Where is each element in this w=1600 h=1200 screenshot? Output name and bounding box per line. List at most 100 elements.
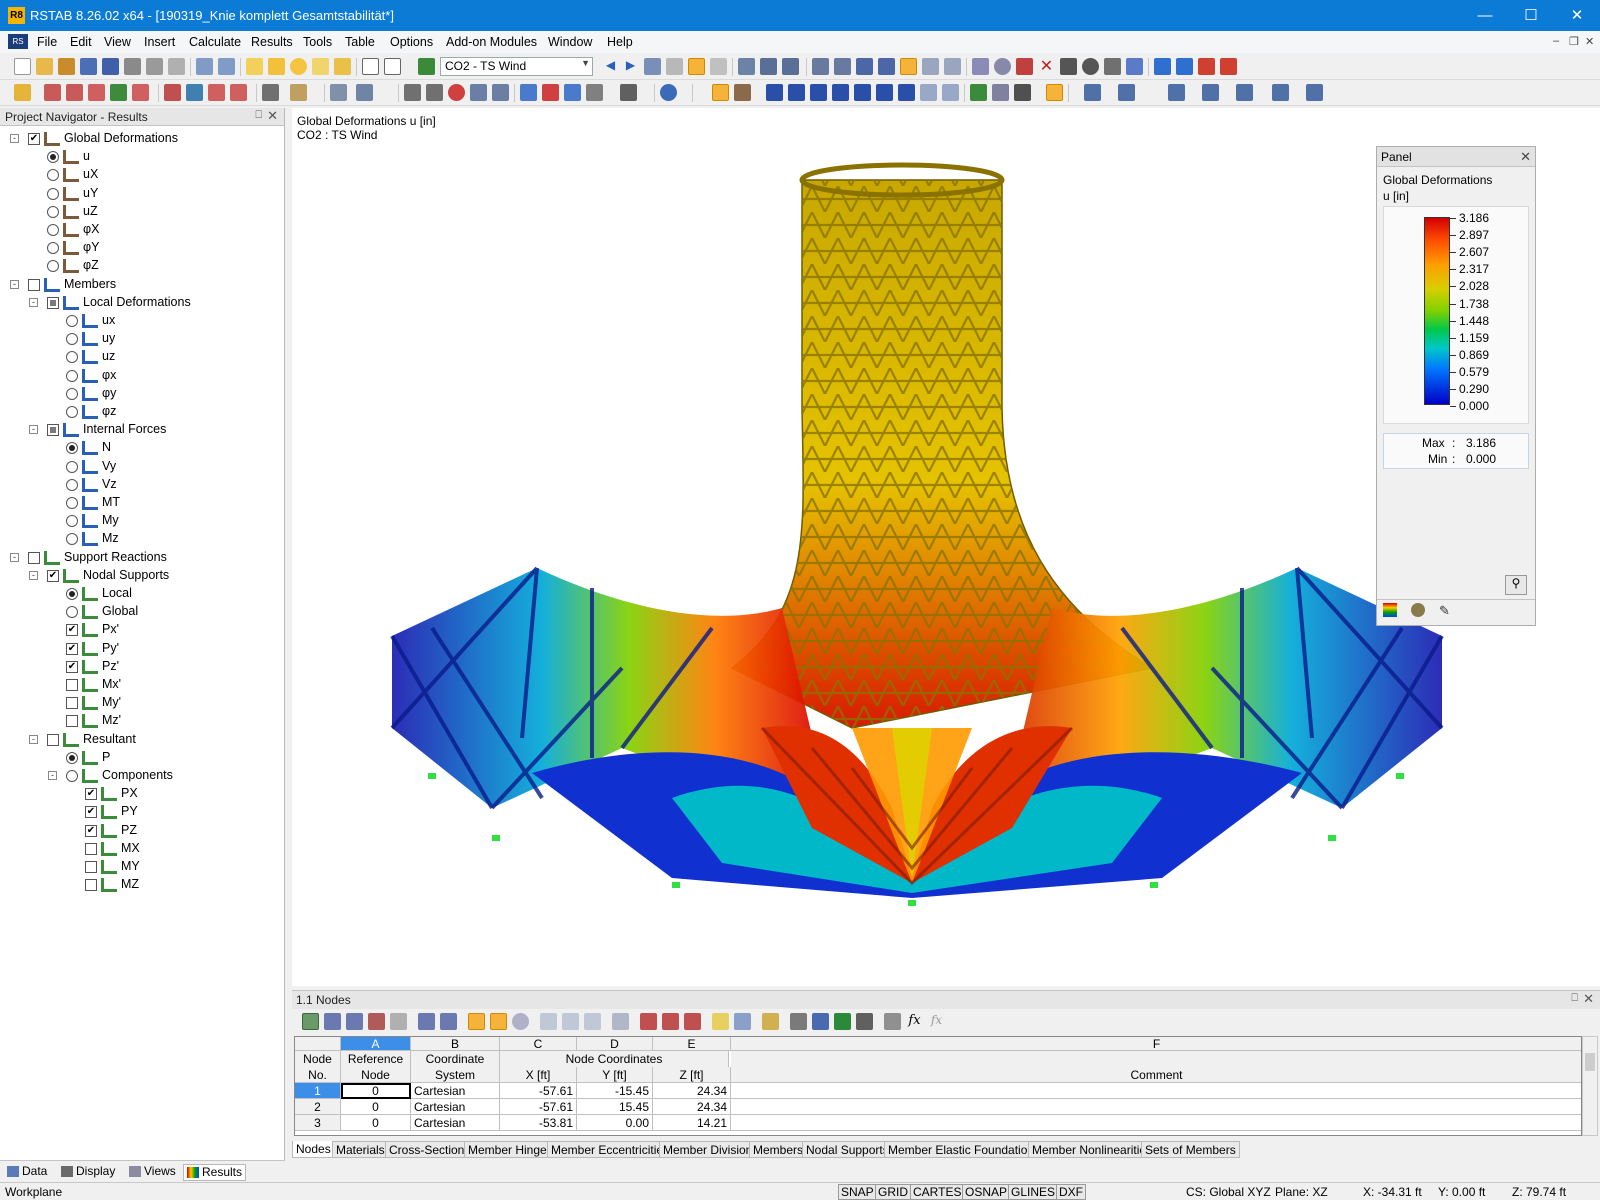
tree-item[interactable]: -Support Reactions bbox=[0, 549, 280, 567]
tree-item[interactable]: uz bbox=[0, 348, 280, 366]
z-coordinate-cell[interactable]: 24.34 bbox=[653, 1099, 731, 1115]
menu-edit[interactable]: Edit bbox=[70, 35, 92, 49]
menu-add-on-modules[interactable]: Add-on Modules bbox=[446, 35, 537, 49]
radio-button[interactable] bbox=[66, 497, 78, 509]
select-all-icon[interactable] bbox=[812, 58, 829, 75]
tab-results[interactable]: Results bbox=[183, 1164, 246, 1181]
tree-item[interactable]: ✔Px' bbox=[0, 621, 280, 639]
save-icon[interactable] bbox=[102, 58, 119, 75]
tree-item[interactable]: uY bbox=[0, 185, 280, 203]
result-table-icon[interactable] bbox=[1014, 84, 1031, 101]
open-example-icon[interactable] bbox=[58, 58, 75, 75]
menu-file[interactable]: File bbox=[37, 35, 57, 49]
column-letter[interactable]: B bbox=[411, 1037, 500, 1051]
column-letter[interactable]: E bbox=[653, 1037, 731, 1051]
tree-item[interactable]: φy bbox=[0, 385, 280, 403]
tree-item[interactable]: Mx' bbox=[0, 676, 280, 694]
z-coordinate-cell[interactable]: 14.21 bbox=[653, 1115, 731, 1131]
table-settings-icon[interactable] bbox=[812, 1013, 829, 1030]
tree-item[interactable]: φz bbox=[0, 403, 280, 421]
table-paste-icon[interactable] bbox=[684, 1013, 701, 1030]
checkbox[interactable] bbox=[85, 861, 97, 873]
undo-icon[interactable] bbox=[196, 58, 213, 75]
view-minus-x-icon[interactable] bbox=[586, 84, 603, 101]
radio-button[interactable] bbox=[66, 770, 78, 782]
model-check-icon[interactable] bbox=[1126, 58, 1143, 75]
sheet-tab[interactable]: Nodal Supports bbox=[802, 1141, 893, 1158]
sheet-tab[interactable]: Member Elastic Foundations bbox=[884, 1141, 1044, 1158]
sheet-tab[interactable]: Member Divisions bbox=[659, 1141, 762, 1158]
radio-button[interactable] bbox=[47, 206, 59, 218]
menu-window[interactable]: Window bbox=[548, 35, 592, 49]
menu-view[interactable]: View bbox=[104, 35, 131, 49]
camera-icon[interactable] bbox=[1104, 58, 1121, 75]
column-letter[interactable]: D bbox=[577, 1037, 653, 1051]
generate-load-icon[interactable] bbox=[230, 84, 247, 101]
group-two-icon[interactable] bbox=[1202, 84, 1219, 101]
display-solid-icon[interactable] bbox=[1220, 58, 1237, 75]
checkbox[interactable]: ✔ bbox=[47, 570, 59, 582]
result-diagram-icon[interactable] bbox=[666, 58, 683, 75]
sheet-tab[interactable]: Sets of Members bbox=[1141, 1141, 1240, 1158]
mdi-restore-icon[interactable]: ❐ bbox=[1569, 35, 1579, 48]
tree-item[interactable]: uZ bbox=[0, 203, 280, 221]
radio-button[interactable] bbox=[66, 351, 78, 363]
sheet-tab[interactable]: Nodes bbox=[292, 1141, 335, 1158]
radio-button[interactable] bbox=[66, 461, 78, 473]
radio-button[interactable] bbox=[66, 533, 78, 545]
tree-item[interactable]: φY bbox=[0, 239, 280, 257]
select-node-icon[interactable] bbox=[878, 58, 895, 75]
excel-icon[interactable] bbox=[834, 1013, 851, 1030]
radio-button[interactable] bbox=[66, 606, 78, 618]
menu-table[interactable]: Table bbox=[345, 35, 375, 49]
result-mz-icon[interactable] bbox=[898, 84, 915, 101]
copy-icon[interactable] bbox=[330, 84, 347, 101]
checkbox[interactable] bbox=[28, 279, 40, 291]
tree-item[interactable]: -Local Deformations bbox=[0, 294, 280, 312]
factors-tab-icon[interactable] bbox=[1411, 603, 1425, 617]
comment-cell[interactable] bbox=[731, 1099, 1582, 1115]
glines-toggle[interactable]: GLINES bbox=[1008, 1184, 1058, 1200]
new-hinge-icon[interactable] bbox=[88, 84, 105, 101]
tab-data[interactable]: Data bbox=[4, 1164, 50, 1181]
coordinate-system-cell[interactable]: Cartesian bbox=[411, 1115, 500, 1131]
reference-node-cell[interactable]: 0 bbox=[341, 1083, 411, 1099]
checkbox[interactable]: ✔ bbox=[85, 788, 97, 800]
tree-item[interactable]: My bbox=[0, 512, 280, 530]
display-wire-icon[interactable] bbox=[1198, 58, 1215, 75]
radio-button[interactable] bbox=[66, 315, 78, 327]
table-print-icon[interactable] bbox=[790, 1013, 807, 1030]
table-sync-icon[interactable] bbox=[490, 1013, 507, 1030]
print-icon[interactable] bbox=[146, 58, 163, 75]
checkbox[interactable]: ✔ bbox=[28, 133, 40, 145]
filter-tab-icon[interactable]: ✎ bbox=[1439, 603, 1453, 617]
checkbox[interactable]: ✔ bbox=[66, 643, 78, 655]
checkbox[interactable] bbox=[47, 297, 59, 309]
mirror-icon[interactable] bbox=[1016, 58, 1033, 75]
x-coordinate-cell[interactable]: -53.81 bbox=[500, 1115, 577, 1131]
osnap-toggle[interactable]: OSNAP bbox=[962, 1184, 1010, 1200]
render-icon[interactable] bbox=[1082, 58, 1099, 75]
select-window-icon[interactable] bbox=[834, 58, 851, 75]
z-coordinate-cell[interactable]: 24.34 bbox=[653, 1083, 731, 1099]
new-set-icon[interactable] bbox=[66, 84, 83, 101]
cartes-toggle[interactable]: CARTES bbox=[910, 1184, 964, 1200]
select-parallel-icon[interactable] bbox=[922, 58, 939, 75]
radio-button[interactable] bbox=[66, 406, 78, 418]
tree-item[interactable]: ✔PY bbox=[0, 803, 280, 821]
group-five-icon[interactable] bbox=[1306, 84, 1323, 101]
table-edit-cell-icon[interactable] bbox=[762, 1013, 779, 1030]
section-icon[interactable] bbox=[738, 58, 755, 75]
tree-item[interactable]: Mz' bbox=[0, 712, 280, 730]
result-pz-icon[interactable] bbox=[942, 84, 959, 101]
save-all-icon[interactable] bbox=[80, 58, 97, 75]
sheet-tab[interactable]: Members bbox=[749, 1141, 807, 1158]
new-icon[interactable] bbox=[14, 58, 31, 75]
comment-cell[interactable] bbox=[731, 1115, 1582, 1131]
view-iso-icon[interactable] bbox=[492, 84, 509, 101]
zoom-icon[interactable] bbox=[426, 84, 443, 101]
table-calculator-icon[interactable] bbox=[856, 1013, 873, 1030]
open-icon[interactable] bbox=[36, 58, 53, 75]
checkbox[interactable]: ✔ bbox=[66, 661, 78, 673]
zoom-window-icon[interactable] bbox=[448, 84, 465, 101]
